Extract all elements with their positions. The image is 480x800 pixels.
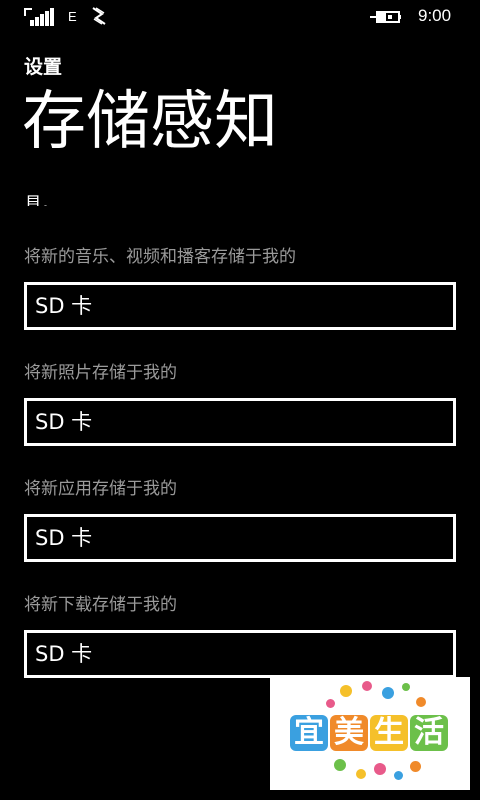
download-storage-select[interactable]: SD 卡 xyxy=(24,630,456,678)
network-type-label: E xyxy=(68,9,77,24)
watermark-char: 美 xyxy=(330,715,368,751)
watermark-char: 活 xyxy=(410,715,448,751)
watermark-char: 生 xyxy=(370,715,408,751)
setting-label: 将新照片存储于我的 xyxy=(24,363,177,383)
app-storage-select[interactable]: SD 卡 xyxy=(24,514,456,562)
app-storage-setting: 将新应用存储于我的 SD 卡 xyxy=(24,477,456,562)
page-title: 存储感知 xyxy=(22,85,278,159)
app-title: 设置 xyxy=(24,56,63,78)
watermark-logo: 宜 美 生 活 xyxy=(270,677,470,790)
clock: 9:00 xyxy=(418,6,452,25)
setting-label: 将新的音乐、视频和播客存储于我的 xyxy=(24,247,296,267)
setting-label: 将新下载存储于我的 xyxy=(24,595,177,615)
scrolled-description-text: 具。 xyxy=(24,194,60,206)
photo-storage-select[interactable]: SD 卡 xyxy=(24,398,456,446)
music-video-storage-setting: 将新的音乐、视频和播客存储于我的 SD 卡 xyxy=(24,245,456,330)
watermark-char: 宜 xyxy=(290,715,328,751)
setting-label: 将新应用存储于我的 xyxy=(24,479,177,499)
signal-strength-icon xyxy=(24,8,54,26)
battery-charging-icon xyxy=(370,11,401,23)
status-bar: E 9:00 xyxy=(0,0,480,34)
download-storage-setting: 将新下载存储于我的 SD 卡 xyxy=(24,593,456,678)
photo-storage-setting: 将新照片存储于我的 SD 卡 xyxy=(24,361,456,446)
nfc-icon xyxy=(92,7,106,25)
music-video-storage-select[interactable]: SD 卡 xyxy=(24,282,456,330)
